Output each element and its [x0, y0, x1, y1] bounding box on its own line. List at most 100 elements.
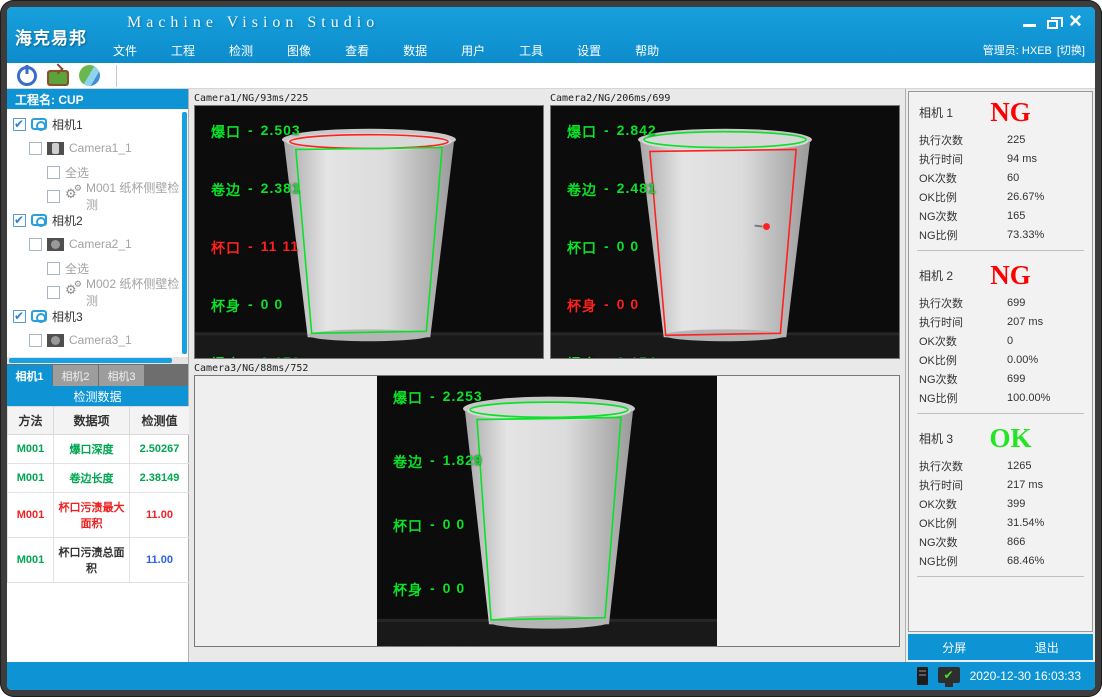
tree-checkbox[interactable]	[29, 142, 42, 155]
metric-value: 0 0	[261, 296, 283, 316]
tree-item-label: 相机2	[52, 212, 83, 229]
menu-item[interactable]: 设置	[577, 42, 601, 59]
camera-tab[interactable]: 相机2	[53, 365, 98, 386]
stats-label: 执行时间	[919, 477, 1007, 493]
tree-checkbox[interactable]	[47, 166, 60, 179]
project-tree: 相机1 Camera1_1 全选	[7, 109, 188, 357]
table-row[interactable]: M001 杯口污渍最大面积 11.00	[8, 493, 190, 538]
stats-label: OK次数	[919, 170, 1007, 186]
split-screen-button[interactable]: 分屏	[942, 639, 966, 656]
tree-checkbox[interactable]	[47, 286, 60, 299]
tree-item[interactable]: 相机1	[7, 112, 188, 136]
stats-row: NG次数 165	[909, 206, 1092, 225]
menu-item[interactable]: 工具	[519, 42, 543, 59]
metric-label: 塌底	[393, 644, 423, 647]
stats-label: 执行时间	[919, 314, 1007, 330]
admin-label: 管理员: HXEB	[983, 42, 1052, 58]
tree-checkbox[interactable]	[29, 334, 42, 347]
menu-item[interactable]: 检测	[229, 42, 253, 59]
menu-item[interactable]: 数据	[403, 42, 427, 59]
app-window: 海克易邦 Machine Vision Studio 文件 工程 检测 图像 查…	[0, 0, 1102, 697]
close-icon[interactable]	[1069, 13, 1085, 31]
metric-value: 2.154	[617, 354, 657, 359]
toolbar-separator	[116, 65, 117, 87]
metric-line: 卷边 - 2.481	[567, 180, 657, 200]
tree-item-label: 全选	[65, 260, 89, 277]
divider	[917, 576, 1084, 577]
camera-tab[interactable]: 相机1	[7, 365, 52, 386]
stats-header: 相机 2 NG	[909, 257, 1092, 293]
tree-checkbox[interactable]	[29, 238, 42, 251]
switch-user-link[interactable]: [切换]	[1057, 42, 1085, 58]
tree-checkbox[interactable]	[47, 262, 60, 275]
camera2-image[interactable]: 爆口 - 2.842 卷边 - 2.481	[550, 105, 900, 359]
exit-button[interactable]: 退出	[1035, 639, 1059, 656]
metric-line: 杯身 - 0 0	[567, 296, 657, 316]
camera3-header: Camera3/NG/88ms/752	[194, 362, 900, 375]
stats-label: OK比例	[919, 515, 1007, 531]
table-row[interactable]: M001 卷边长度 2.38149	[8, 464, 190, 493]
stats-value: 68.46%	[1007, 555, 1082, 567]
tree-item[interactable]: Camera1_1	[7, 136, 188, 160]
tree-item-label: 全选	[65, 164, 89, 181]
camera3-image[interactable]: 爆口 - 2.253 卷边 - 1.829	[377, 376, 717, 646]
table-row[interactable]: M001 爆口深度 2.50267	[8, 435, 190, 464]
status-badge: OK	[990, 425, 1046, 452]
minimize-icon[interactable]	[1023, 24, 1036, 27]
metric-label: 杯身	[567, 296, 597, 316]
tree-item[interactable]: Camera2_1	[7, 232, 188, 256]
menu-item[interactable]: 工程	[171, 42, 195, 59]
tree-checkbox[interactable]	[13, 118, 26, 131]
metric-line: 塌底 - 1.947	[393, 644, 483, 647]
camera3-image-panel[interactable]: 爆口 - 2.253 卷边 - 1.829	[194, 375, 900, 647]
cell-value: 11.00	[146, 554, 173, 566]
project-name-header: 工程名: CUP	[7, 89, 188, 109]
tree-item[interactable]: M001 纸杯侧壁检测	[7, 184, 188, 208]
metric-label: 卷边	[567, 180, 597, 200]
stats-box: 相机 1 NG 执行次数 225 执行时间 94 ms	[908, 91, 1093, 632]
tree-item-label: Camera1_1	[69, 141, 132, 155]
tree-horizontal-scrollbar[interactable]	[7, 357, 188, 364]
tree-item[interactable]: M002 纸杯侧壁检测	[7, 280, 188, 304]
camera3-stats: 相机 3 OK 执行次数 1265 执行时间 217 ms	[909, 420, 1092, 570]
stats-row: NG次数 699	[909, 369, 1092, 388]
tree-checkbox[interactable]	[13, 214, 26, 227]
metric-separator: -	[248, 296, 254, 316]
tree-checkbox[interactable]	[47, 190, 60, 203]
menu-item[interactable]: 帮助	[635, 42, 659, 59]
menu-item[interactable]: 用户	[461, 42, 485, 59]
metric-separator: -	[248, 180, 254, 200]
camera2-metrics: 爆口 - 2.842 卷边 - 2.481	[567, 122, 657, 359]
camera1-image[interactable]: 爆口 - 2.503 卷边 - 2.381	[194, 105, 544, 359]
stats-label: OK次数	[919, 333, 1007, 349]
metric-separator: -	[604, 354, 610, 359]
camera1-metrics: 爆口 - 2.503 卷边 - 2.381	[211, 122, 301, 359]
camera-tab[interactable]: 相机3	[99, 365, 144, 386]
camera2-stats: 相机 2 NG 执行次数 699 执行时间 207 ms	[909, 257, 1092, 407]
run-icon[interactable]	[79, 65, 100, 86]
camera-tabs: 相机1 相机2 相机3	[7, 364, 188, 386]
stats-value: 207 ms	[1007, 316, 1082, 328]
metric-line: 卷边 - 1.829	[393, 452, 483, 472]
stats-camera-name: 相机 2	[919, 267, 953, 284]
tree-item-icon	[31, 310, 47, 322]
status-badge: NG	[990, 262, 1045, 289]
program-icon[interactable]	[47, 70, 69, 86]
table-row[interactable]: M001 杯口污渍总面积 11.00	[8, 538, 190, 583]
power-icon[interactable]	[17, 66, 37, 86]
menu-item[interactable]: 图像	[287, 42, 311, 59]
menu-item[interactable]: 文件	[113, 42, 137, 59]
menu-item[interactable]: 查看	[345, 42, 369, 59]
tree-item[interactable]: Camera3_1	[7, 328, 188, 352]
cell-value: 2.38149	[140, 472, 180, 484]
stats-row: NG比例 100.00%	[909, 388, 1092, 407]
tree-checkbox[interactable]	[13, 310, 26, 323]
tree-vertical-scrollbar[interactable]	[182, 112, 187, 354]
stats-value: 60	[1007, 172, 1082, 184]
metric-line: 爆口 - 2.253	[393, 388, 483, 408]
scrollbar-thumb[interactable]	[9, 358, 172, 363]
stats-value: 0.00%	[1007, 354, 1082, 366]
restore-icon[interactable]	[1047, 20, 1058, 29]
tree-item-icon	[31, 214, 47, 226]
metric-separator: -	[604, 180, 610, 200]
